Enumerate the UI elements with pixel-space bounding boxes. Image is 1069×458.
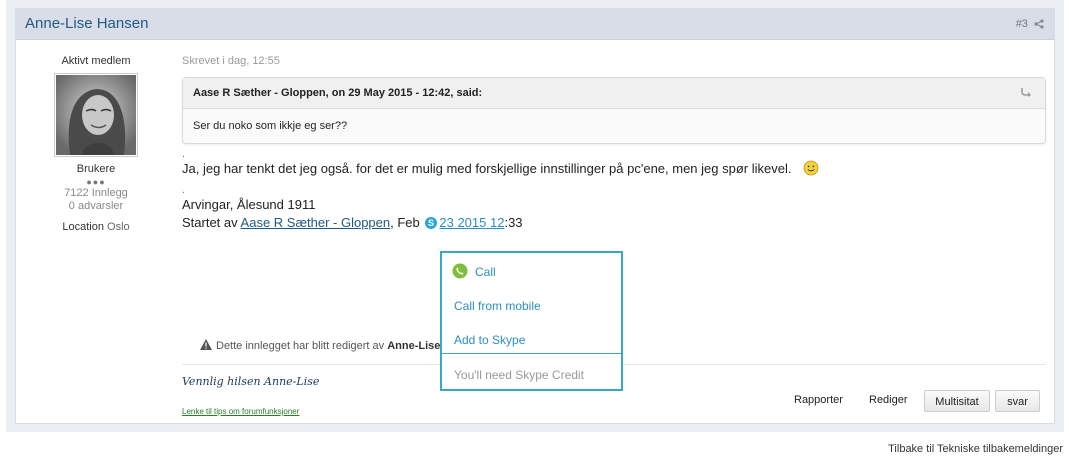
quote-block: Aase R Sæther - Gloppen, on 29 May 2015 … bbox=[182, 77, 1046, 144]
back-to-forum-link[interactable]: Tilbake til Tekniske tilbakemeldinger bbox=[888, 443, 1063, 455]
multiquote-button[interactable]: Multisitat bbox=[924, 390, 990, 412]
skype-popup: Call Call from mobile Add to Skype You'l… bbox=[440, 251, 623, 391]
skype-icon[interactable]: S bbox=[425, 217, 438, 229]
skype-call-option[interactable]: Call bbox=[475, 265, 496, 279]
warning-count: 0 advarsler bbox=[68, 200, 124, 212]
skype-number-link[interactable]: 23 2015 12 bbox=[439, 215, 504, 230]
signature: Vennlig hilsen Anne-Lise bbox=[182, 375, 320, 388]
tips-link[interactable]: Lenke til tips om forumfunksjoner bbox=[182, 407, 299, 416]
body-line: Arvingar, Ålesund 1911 bbox=[182, 197, 316, 212]
location: Location Oslo bbox=[16, 221, 176, 233]
quote-header: Aase R Sæther - Gloppen, on 29 May 2015 … bbox=[183, 78, 1045, 109]
popup-divider bbox=[442, 353, 621, 354]
report-button[interactable]: Rapporter bbox=[794, 394, 843, 406]
avatar[interactable] bbox=[54, 73, 138, 157]
body-dot: . bbox=[182, 148, 186, 160]
author-info: Aktivt medlem Brukere ●●● 7122 Innlegg 0… bbox=[16, 55, 176, 233]
skype-credit-note: You'll need Skype Credit bbox=[454, 368, 584, 382]
edit-note: Dette innlegget har blitt redigert av An… bbox=[200, 339, 458, 352]
location-label: Location bbox=[62, 221, 104, 233]
body-line: Ja, jeg har tenkt det jeg også. for det … bbox=[182, 160, 1046, 178]
started-by-label: Startet av bbox=[182, 215, 241, 230]
posted-date: Skrevet i dag, 12:55 bbox=[182, 55, 280, 67]
body-dot: . bbox=[182, 184, 186, 196]
started-date-prefix: , Feb bbox=[390, 215, 424, 230]
edit-note-text: Dette innlegget har blitt redigert av bbox=[216, 340, 388, 352]
member-rank: Brukere bbox=[76, 163, 116, 175]
post-header: Anne-Lise Hansen #3 bbox=[16, 9, 1054, 40]
edit-button[interactable]: Rediger bbox=[869, 394, 908, 406]
started-time-suffix: :33 bbox=[504, 215, 523, 230]
author-name[interactable]: Anne-Lise Hansen bbox=[25, 15, 148, 32]
body-line: Startet av Aase R Sæther - Gloppen, Feb … bbox=[182, 214, 1046, 232]
member-group: Aktivt medlem bbox=[61, 55, 131, 67]
avatar-photo[interactable] bbox=[56, 75, 136, 155]
call-icon[interactable] bbox=[452, 263, 468, 279]
skype-add-option[interactable]: Add to Skype bbox=[454, 333, 525, 347]
svg-text:S: S bbox=[428, 218, 434, 228]
reply-button[interactable]: svar bbox=[995, 390, 1040, 412]
quote-body: Ser du noko som ikkje eg ser?? bbox=[193, 120, 348, 132]
body-line-text: Ja, jeg har tenkt det jeg også. for det … bbox=[182, 161, 792, 176]
skype-call-mobile-option[interactable]: Call from mobile bbox=[454, 299, 541, 313]
post-count: 7122 Innlegg bbox=[64, 187, 128, 199]
post-actions: Rapporter Rediger Multisitat svar bbox=[794, 390, 1044, 412]
topic-author-link[interactable]: Aase R Sæther - Gloppen bbox=[241, 215, 391, 230]
rank-pips: ●●● bbox=[86, 177, 106, 187]
warning-icon bbox=[200, 339, 212, 350]
quote-citation: Aase R Sæther - Gloppen, on 29 May 2015 … bbox=[193, 87, 483, 99]
quote-jump-icon[interactable] bbox=[1021, 87, 1033, 97]
smiley-icon bbox=[803, 160, 819, 176]
post-number-label[interactable]: #3 bbox=[1016, 18, 1028, 30]
location-value: Oslo bbox=[107, 221, 130, 233]
post-number[interactable]: #3 bbox=[1016, 18, 1044, 30]
post-content: Skrevet i dag, 12:55 Aase R Sæther - Glo… bbox=[182, 55, 1046, 416]
post-body: . Ja, jeg har tenkt det jeg også. for de… bbox=[182, 148, 1046, 232]
share-icon[interactable] bbox=[1034, 19, 1044, 29]
